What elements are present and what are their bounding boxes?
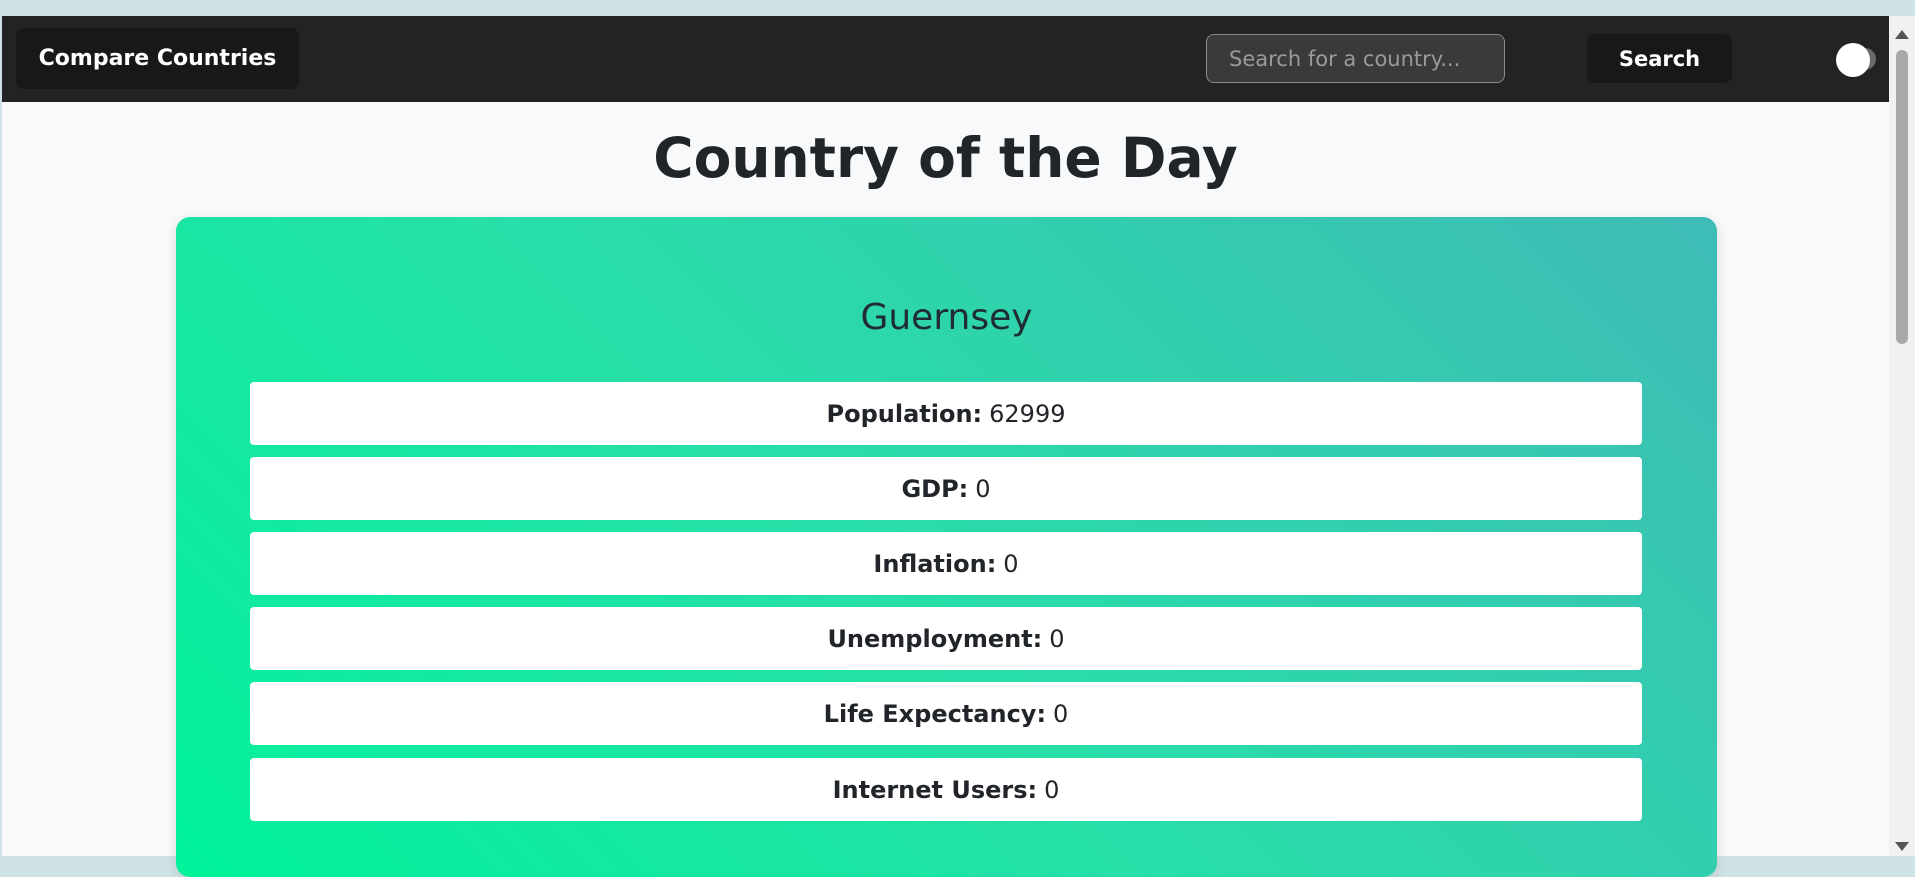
compare-countries-button[interactable]: Compare Countries bbox=[16, 28, 299, 89]
stat-label: Life Expectancy: bbox=[823, 699, 1047, 728]
stat-value: 0 bbox=[1049, 624, 1065, 653]
stat-label: GDP: bbox=[901, 474, 969, 503]
scroll-down-icon[interactable] bbox=[1895, 842, 1909, 851]
stat-label: Internet Users: bbox=[832, 775, 1038, 804]
navbar: Compare Countries Search bbox=[2, 16, 1889, 102]
stat-value: 0 bbox=[1053, 699, 1069, 728]
toggle-switch-icon bbox=[1836, 43, 1870, 77]
stat-value: 0 bbox=[1003, 549, 1019, 578]
scrollbar-thumb[interactable] bbox=[1896, 50, 1908, 344]
stat-value: 0 bbox=[1044, 775, 1060, 804]
stat-label: Population: bbox=[826, 399, 983, 428]
country-card: Guernsey Population: 62999 GDP: 0 Inflat… bbox=[176, 217, 1717, 877]
browser-bookmarks-strip bbox=[0, 0, 1915, 16]
stat-row-population: Population: 62999 bbox=[250, 382, 1642, 445]
stat-label: Inflation: bbox=[873, 549, 997, 578]
vertical-scrollbar[interactable] bbox=[1889, 16, 1915, 856]
stat-value: 0 bbox=[975, 474, 991, 503]
theme-toggle[interactable] bbox=[1836, 43, 1876, 77]
scroll-up-icon[interactable] bbox=[1895, 30, 1909, 39]
search-button[interactable]: Search bbox=[1587, 34, 1732, 83]
stat-row-gdp: GDP: 0 bbox=[250, 457, 1642, 520]
app-window: Compare Countries Search Country of the … bbox=[0, 16, 1915, 877]
stat-row-life-expectancy: Life Expectancy: 0 bbox=[250, 682, 1642, 745]
stat-row-unemployment: Unemployment: 0 bbox=[250, 607, 1642, 670]
stat-label: Unemployment: bbox=[827, 624, 1043, 653]
stat-row-inflation: Inflation: 0 bbox=[250, 532, 1642, 595]
page-title: Country of the Day bbox=[653, 126, 1238, 190]
stat-row-internet-users: Internet Users: 0 bbox=[250, 758, 1642, 821]
country-name: Guernsey bbox=[860, 297, 1033, 338]
stat-value: 62999 bbox=[989, 399, 1066, 428]
country-search-input[interactable] bbox=[1206, 34, 1505, 83]
